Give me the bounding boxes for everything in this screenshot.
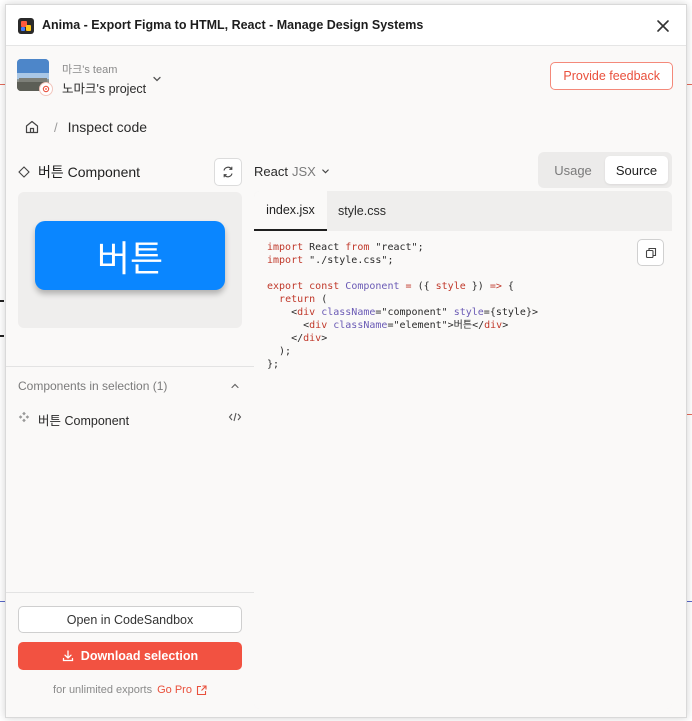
canvas-guide-line xyxy=(687,84,692,85)
component-title-row: 버튼 Component xyxy=(18,162,140,182)
code-block: import React from "react"; import "./sty… xyxy=(267,241,538,371)
download-icon xyxy=(62,650,73,662)
chevron-down-icon xyxy=(322,168,329,174)
breadcrumb-current: Inspect code xyxy=(67,119,148,135)
code-line: }; xyxy=(267,359,280,370)
code-line: <div className="element">버튼</div> xyxy=(267,320,509,331)
component-preview: 버튼 xyxy=(18,192,242,328)
upgrade-hint-text: for unlimited exports xyxy=(53,684,153,696)
canvas-guide-line xyxy=(687,601,692,602)
home-icon[interactable] xyxy=(24,119,40,135)
copy-icon xyxy=(645,247,656,258)
code-viewer[interactable]: import React from "react"; import "./sty… xyxy=(254,231,672,709)
open-in-codesandbox-button[interactable]: Open in CodeSandbox xyxy=(18,606,242,633)
settings-badge-icon xyxy=(39,82,53,96)
component-list-item[interactable]: 버튼 Component xyxy=(18,410,242,428)
framework-select[interactable]: React JSX xyxy=(254,163,330,179)
framework-variant: JSX xyxy=(291,163,316,179)
code-line: ); xyxy=(267,346,292,357)
component-list-item-label: 버튼 Component xyxy=(38,414,130,428)
code-icon[interactable] xyxy=(228,411,242,423)
file-tabs: index.jsx style.css xyxy=(254,191,672,231)
components-in-selection-label: Components in selection (1) xyxy=(18,379,168,393)
usage-toggle[interactable]: Usage xyxy=(542,156,604,184)
component-title: 버튼 Component xyxy=(38,164,141,180)
refresh-icon xyxy=(223,166,233,178)
provide-feedback-button[interactable]: Provide feedback xyxy=(550,62,673,90)
tab-style-css[interactable]: style.css xyxy=(327,191,397,231)
code-line: return ( xyxy=(279,294,328,305)
project-header: 마크's team 노마크's project Provide feedback xyxy=(6,46,686,98)
plugin-window: Anima - Export Figma to HTML, React - Ma… xyxy=(5,4,687,718)
copy-code-button[interactable] xyxy=(637,239,664,266)
component-instance-icon xyxy=(18,411,30,423)
close-icon[interactable] xyxy=(654,17,672,35)
framework-name: React xyxy=(254,163,288,179)
left-panel: 버튼 Component 버튼 Components in selection … xyxy=(6,155,254,717)
code-line: import React from "react"; xyxy=(267,242,424,253)
breadcrumb-separator: / xyxy=(54,119,58,135)
code-line: <div className="component" style={style}… xyxy=(267,307,538,318)
external-link-icon[interactable] xyxy=(196,684,207,696)
code-line: </div> xyxy=(267,333,328,344)
view-toggle: Usage Source xyxy=(538,152,672,188)
canvas-guide-line xyxy=(687,414,692,415)
source-toggle[interactable]: Source xyxy=(605,156,668,184)
go-pro-link[interactable]: Go Pro xyxy=(157,684,192,696)
download-selection-label: Download selection xyxy=(80,649,199,663)
code-line: export const Component = ({ style }) => … xyxy=(267,281,514,292)
download-selection-button[interactable]: Download selection xyxy=(18,642,242,670)
tab-index-jsx[interactable]: index.jsx xyxy=(254,191,327,231)
project-name[interactable]: 노마크's project xyxy=(62,78,146,97)
chevron-up-icon[interactable] xyxy=(230,381,240,391)
window-title: Anima - Export Figma to HTML, React - Ma… xyxy=(42,18,424,32)
code-panel: index.jsx style.css import React from "r… xyxy=(254,191,672,709)
chevron-down-icon[interactable] xyxy=(152,74,162,84)
team-name: 마크's team xyxy=(62,64,118,76)
anima-logo-icon xyxy=(18,18,34,34)
divider xyxy=(6,366,254,367)
title-bar: Anima - Export Figma to HTML, React - Ma… xyxy=(6,5,686,46)
swap-button[interactable] xyxy=(214,158,242,186)
component-diamond-icon xyxy=(18,166,30,178)
canvas-fragment xyxy=(0,335,4,337)
upgrade-hint: for unlimited exports Go Pro xyxy=(6,683,254,697)
divider xyxy=(6,592,254,593)
preview-button[interactable]: 버튼 xyxy=(35,221,225,290)
components-in-selection-header[interactable]: Components in selection (1) xyxy=(18,379,242,395)
canvas-fragment xyxy=(0,300,4,302)
code-line: import "./style.css"; xyxy=(267,255,394,266)
breadcrumb: / Inspect code xyxy=(24,117,147,137)
